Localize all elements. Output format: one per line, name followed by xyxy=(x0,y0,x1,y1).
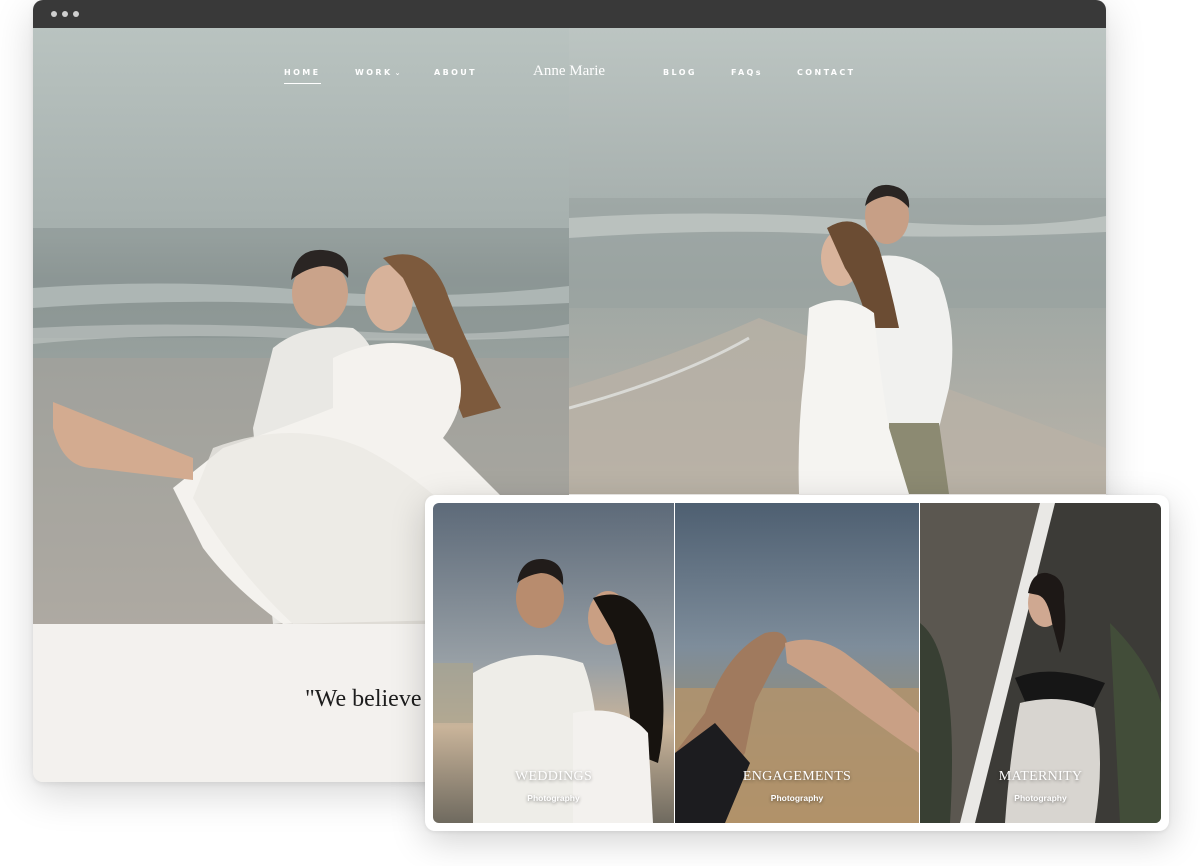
nav-item-home[interactable]: HOME xyxy=(284,68,321,84)
window-dot-icon[interactable] xyxy=(62,11,68,17)
nav-item-contact[interactable]: CONTACT xyxy=(797,68,856,77)
site-logo[interactable]: Anne Marie xyxy=(533,63,605,80)
quote-text: "We believe xyxy=(305,686,422,712)
nav-item-blog[interactable]: BLOG xyxy=(663,68,697,77)
category-subtitle: Photography xyxy=(1014,793,1067,803)
main-navigation: HOME WORK ⌄ ABOUT Anne Marie BLOG FAQs CO… xyxy=(33,28,1106,98)
category-weddings[interactable]: WEDDINGS Photography xyxy=(433,503,674,823)
category-title: MATERNITY xyxy=(998,769,1083,784)
nav-item-label: WORK xyxy=(355,68,393,77)
chevron-down-icon: ⌄ xyxy=(394,69,403,77)
window-dot-icon[interactable] xyxy=(73,11,79,17)
nav-item-faqs[interactable]: FAQs xyxy=(731,68,763,77)
category-subtitle: Photography xyxy=(770,793,824,803)
category-engagements[interactable]: ENGAGEMENTS Photography xyxy=(675,503,919,823)
category-title: ENGAGEMENTS xyxy=(742,769,852,784)
category-title: WEDDINGS xyxy=(514,769,593,784)
category-maternity[interactable]: MATERNITY Photography xyxy=(920,503,1161,823)
browser-title-bar xyxy=(33,0,1106,28)
nav-item-work[interactable]: WORK ⌄ xyxy=(355,68,403,77)
category-card-panel: WEDDINGS Photography ENGAGEMENTS Photogr… xyxy=(425,495,1169,831)
category-subtitle: Photography xyxy=(527,793,580,803)
window-dot-icon[interactable] xyxy=(51,11,57,17)
nav-item-about[interactable]: ABOUT xyxy=(434,68,477,77)
